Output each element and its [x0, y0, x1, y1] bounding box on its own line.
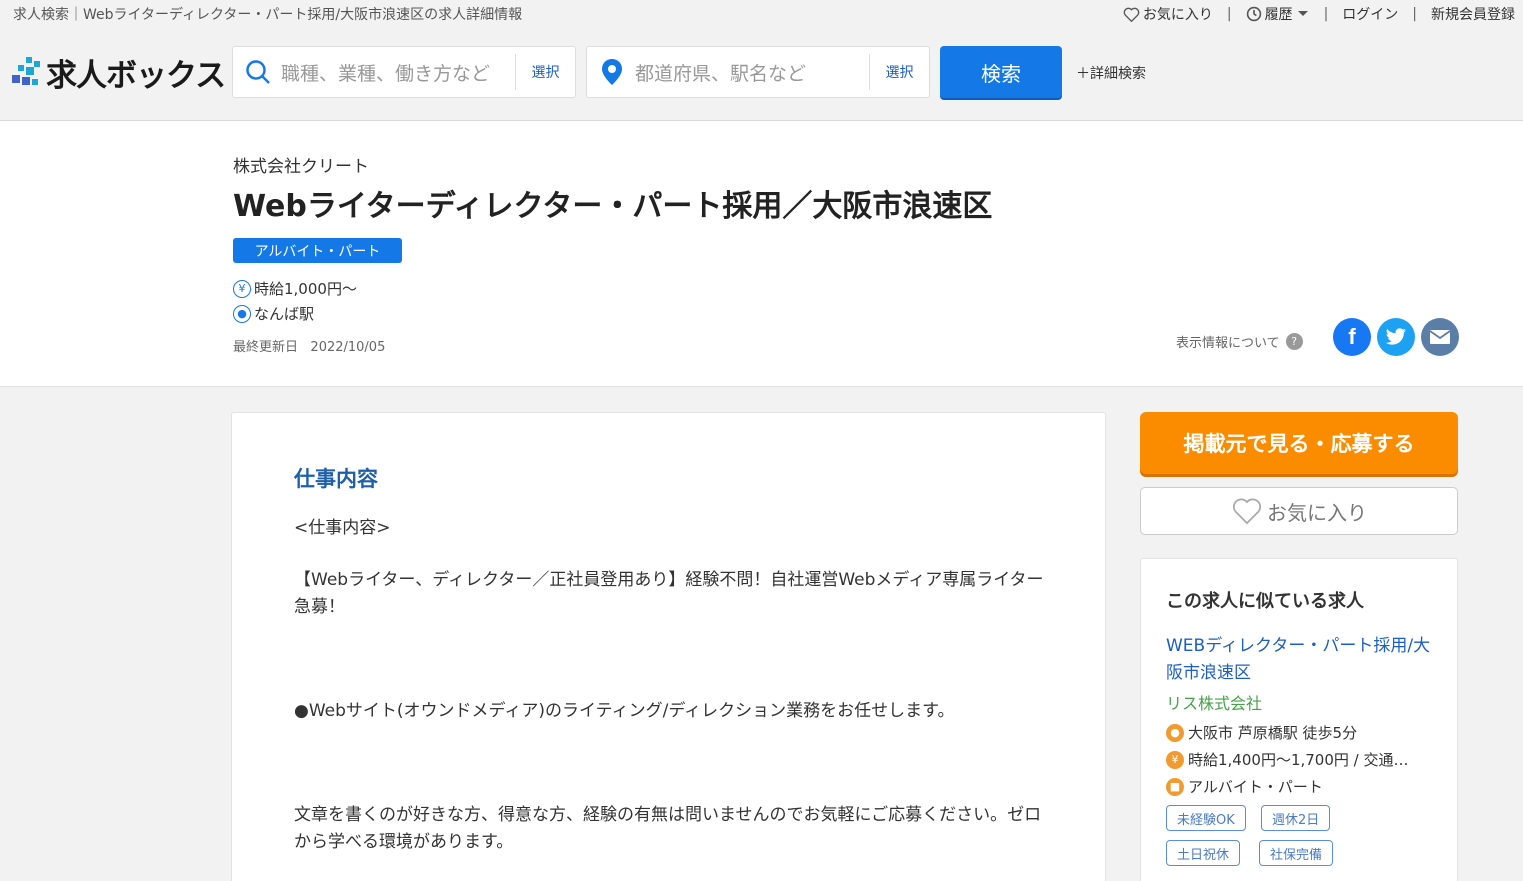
location-search-field[interactable]: 都道府県、駅名など 選択 — [586, 46, 930, 98]
description-paragraph: ●Webサイト(オウンドメディア)のライティング/ディレクション業務をお任せしま… — [294, 701, 955, 721]
yen-icon: ¥ — [233, 279, 251, 298]
display-info-link[interactable]: 表示情報について ? — [1176, 332, 1303, 351]
search-button[interactable]: 検索 — [940, 46, 1062, 98]
company-name[interactable]: 株式会社クリート — [233, 152, 369, 177]
feature-tag: 週休2日 — [1261, 805, 1331, 831]
location-pin-icon: ● — [1166, 723, 1184, 742]
logo-text: 求人ボックス — [46, 58, 226, 94]
feature-tag: 社保完備 — [1259, 840, 1334, 866]
briefcase-icon: ■ — [1166, 777, 1184, 796]
favorite-button[interactable]: お気に入り — [1140, 487, 1458, 535]
display-info-label: 表示情報について — [1176, 336, 1280, 351]
similar-type-row: ■ アルバイト・パート — [1166, 776, 1323, 797]
keyword-select-button[interactable]: 選択 — [515, 54, 575, 90]
breadcrumb: 求人検索｜Webライターディレクター・パート採用/大阪市浪速区の求人詳細情報 — [13, 7, 523, 23]
facebook-share-button[interactable]: f — [1333, 318, 1371, 356]
clock-icon — [1246, 6, 1261, 22]
history-dropdown[interactable]: 履歴 — [1246, 4, 1310, 24]
similar-salary: 時給1,400円〜1,700円 / 交通… — [1188, 751, 1409, 769]
feature-tag: 土日祝休 — [1166, 840, 1241, 866]
location-select-button[interactable]: 選択 — [869, 54, 929, 90]
employment-type-badge: アルバイト・パート — [233, 238, 402, 263]
keyword-search-field[interactable]: 職種、業種、働き方など 選択 — [232, 46, 576, 98]
job-title: Webライターディレクター・パート採用／大阪市浪速区 — [233, 189, 993, 224]
favorites-label: お気に入り — [1142, 7, 1213, 23]
top-links: お気に入り | 履歴 | ログイン | 新規会員登録 — [1123, 4, 1515, 24]
similar-location: 大阪市 芦原橋駅 徒歩5分 — [1188, 724, 1358, 742]
station-text: なんば駅 — [254, 305, 315, 323]
job-header: 株式会社クリート Webライターディレクター・パート採用／大阪市浪速区 アルバイ… — [0, 121, 1523, 387]
salary-text: 時給1,000円〜 — [254, 280, 357, 298]
similar-salary-row: ¥ 時給1,400円〜1,700円 / 交通… — [1166, 749, 1408, 770]
similar-jobs-card: この求人に似ている求人 WEBディレクター・パート採用/大阪市浪速区 リス株式会… — [1140, 558, 1458, 881]
separator: | — [1412, 6, 1417, 22]
detail-search-link[interactable]: ＋詳細検索 — [1076, 63, 1146, 83]
search-icon — [246, 60, 270, 84]
section-title: 仕事内容 — [294, 467, 378, 491]
chevron-down-icon — [1297, 11, 1308, 16]
separator: | — [1226, 6, 1232, 22]
apply-button[interactable]: 掲載元で見る・応募する — [1140, 412, 1458, 474]
logo-mark-icon — [12, 55, 42, 91]
location-pin-icon: ● — [233, 304, 251, 323]
heart-icon — [1123, 7, 1140, 22]
description-paragraph: <仕事内容> — [294, 518, 391, 538]
keyword-placeholder: 職種、業種、働き方など — [281, 62, 491, 85]
station-row: ● なんば駅 — [233, 303, 314, 324]
separator: | — [1323, 6, 1329, 22]
facebook-icon: f — [1348, 324, 1356, 349]
site-header: 求人検索｜Webライターディレクター・パート採用/大阪市浪速区の求人詳細情報 お… — [0, 0, 1523, 121]
favorites-link[interactable]: お気に入り — [1123, 4, 1213, 24]
salary-row: ¥ 時給1,000円〜 — [233, 278, 357, 299]
similar-jobs-heading: この求人に似ている求人 — [1166, 591, 1364, 612]
description-paragraph: 【Webライター、ディレクター／正社員登用あり】経験不問！自社運営Webメディア… — [294, 570, 1044, 617]
feature-tag: 未経験OK — [1166, 805, 1246, 831]
job-description-card: 仕事内容 <仕事内容> 【Webライター、ディレクター／正社員登用あり】経験不問… — [231, 412, 1106, 881]
site-logo[interactable]: 求人ボックス — [12, 50, 226, 95]
mail-share-button[interactable] — [1421, 318, 1459, 356]
location-placeholder: 都道府県、駅名など — [635, 62, 807, 85]
updated-date: 2022/10/05 — [310, 340, 386, 355]
location-pin-icon — [602, 59, 622, 85]
similar-job-title[interactable]: WEBディレクター・パート採用/大阪市浪速区 — [1166, 633, 1436, 687]
similar-type: アルバイト・パート — [1188, 778, 1323, 796]
yen-icon: ¥ — [1166, 750, 1184, 769]
similar-location-row: ● 大阪市 芦原橋駅 徒歩5分 — [1166, 722, 1357, 743]
heart-icon — [1232, 498, 1262, 525]
description-paragraph: 文章を書くのが好きな方、得意な方、経験の有無は問いませんのでお気軽にご応募くださ… — [294, 805, 1042, 852]
history-label: 履歴 — [1264, 7, 1293, 23]
login-link[interactable]: ログイン — [1342, 4, 1398, 24]
last-updated: 最終更新日 2022/10/05 — [233, 336, 385, 355]
favorite-label: お気に入り — [1267, 500, 1367, 525]
twitter-share-button[interactable] — [1377, 318, 1415, 356]
question-icon: ? — [1285, 333, 1303, 350]
twitter-icon — [1385, 328, 1406, 345]
updated-label: 最終更新日 — [233, 340, 299, 355]
mail-icon — [1429, 330, 1451, 344]
similar-job-company: リス株式会社 — [1166, 694, 1263, 713]
register-link[interactable]: 新規会員登録 — [1431, 4, 1515, 24]
